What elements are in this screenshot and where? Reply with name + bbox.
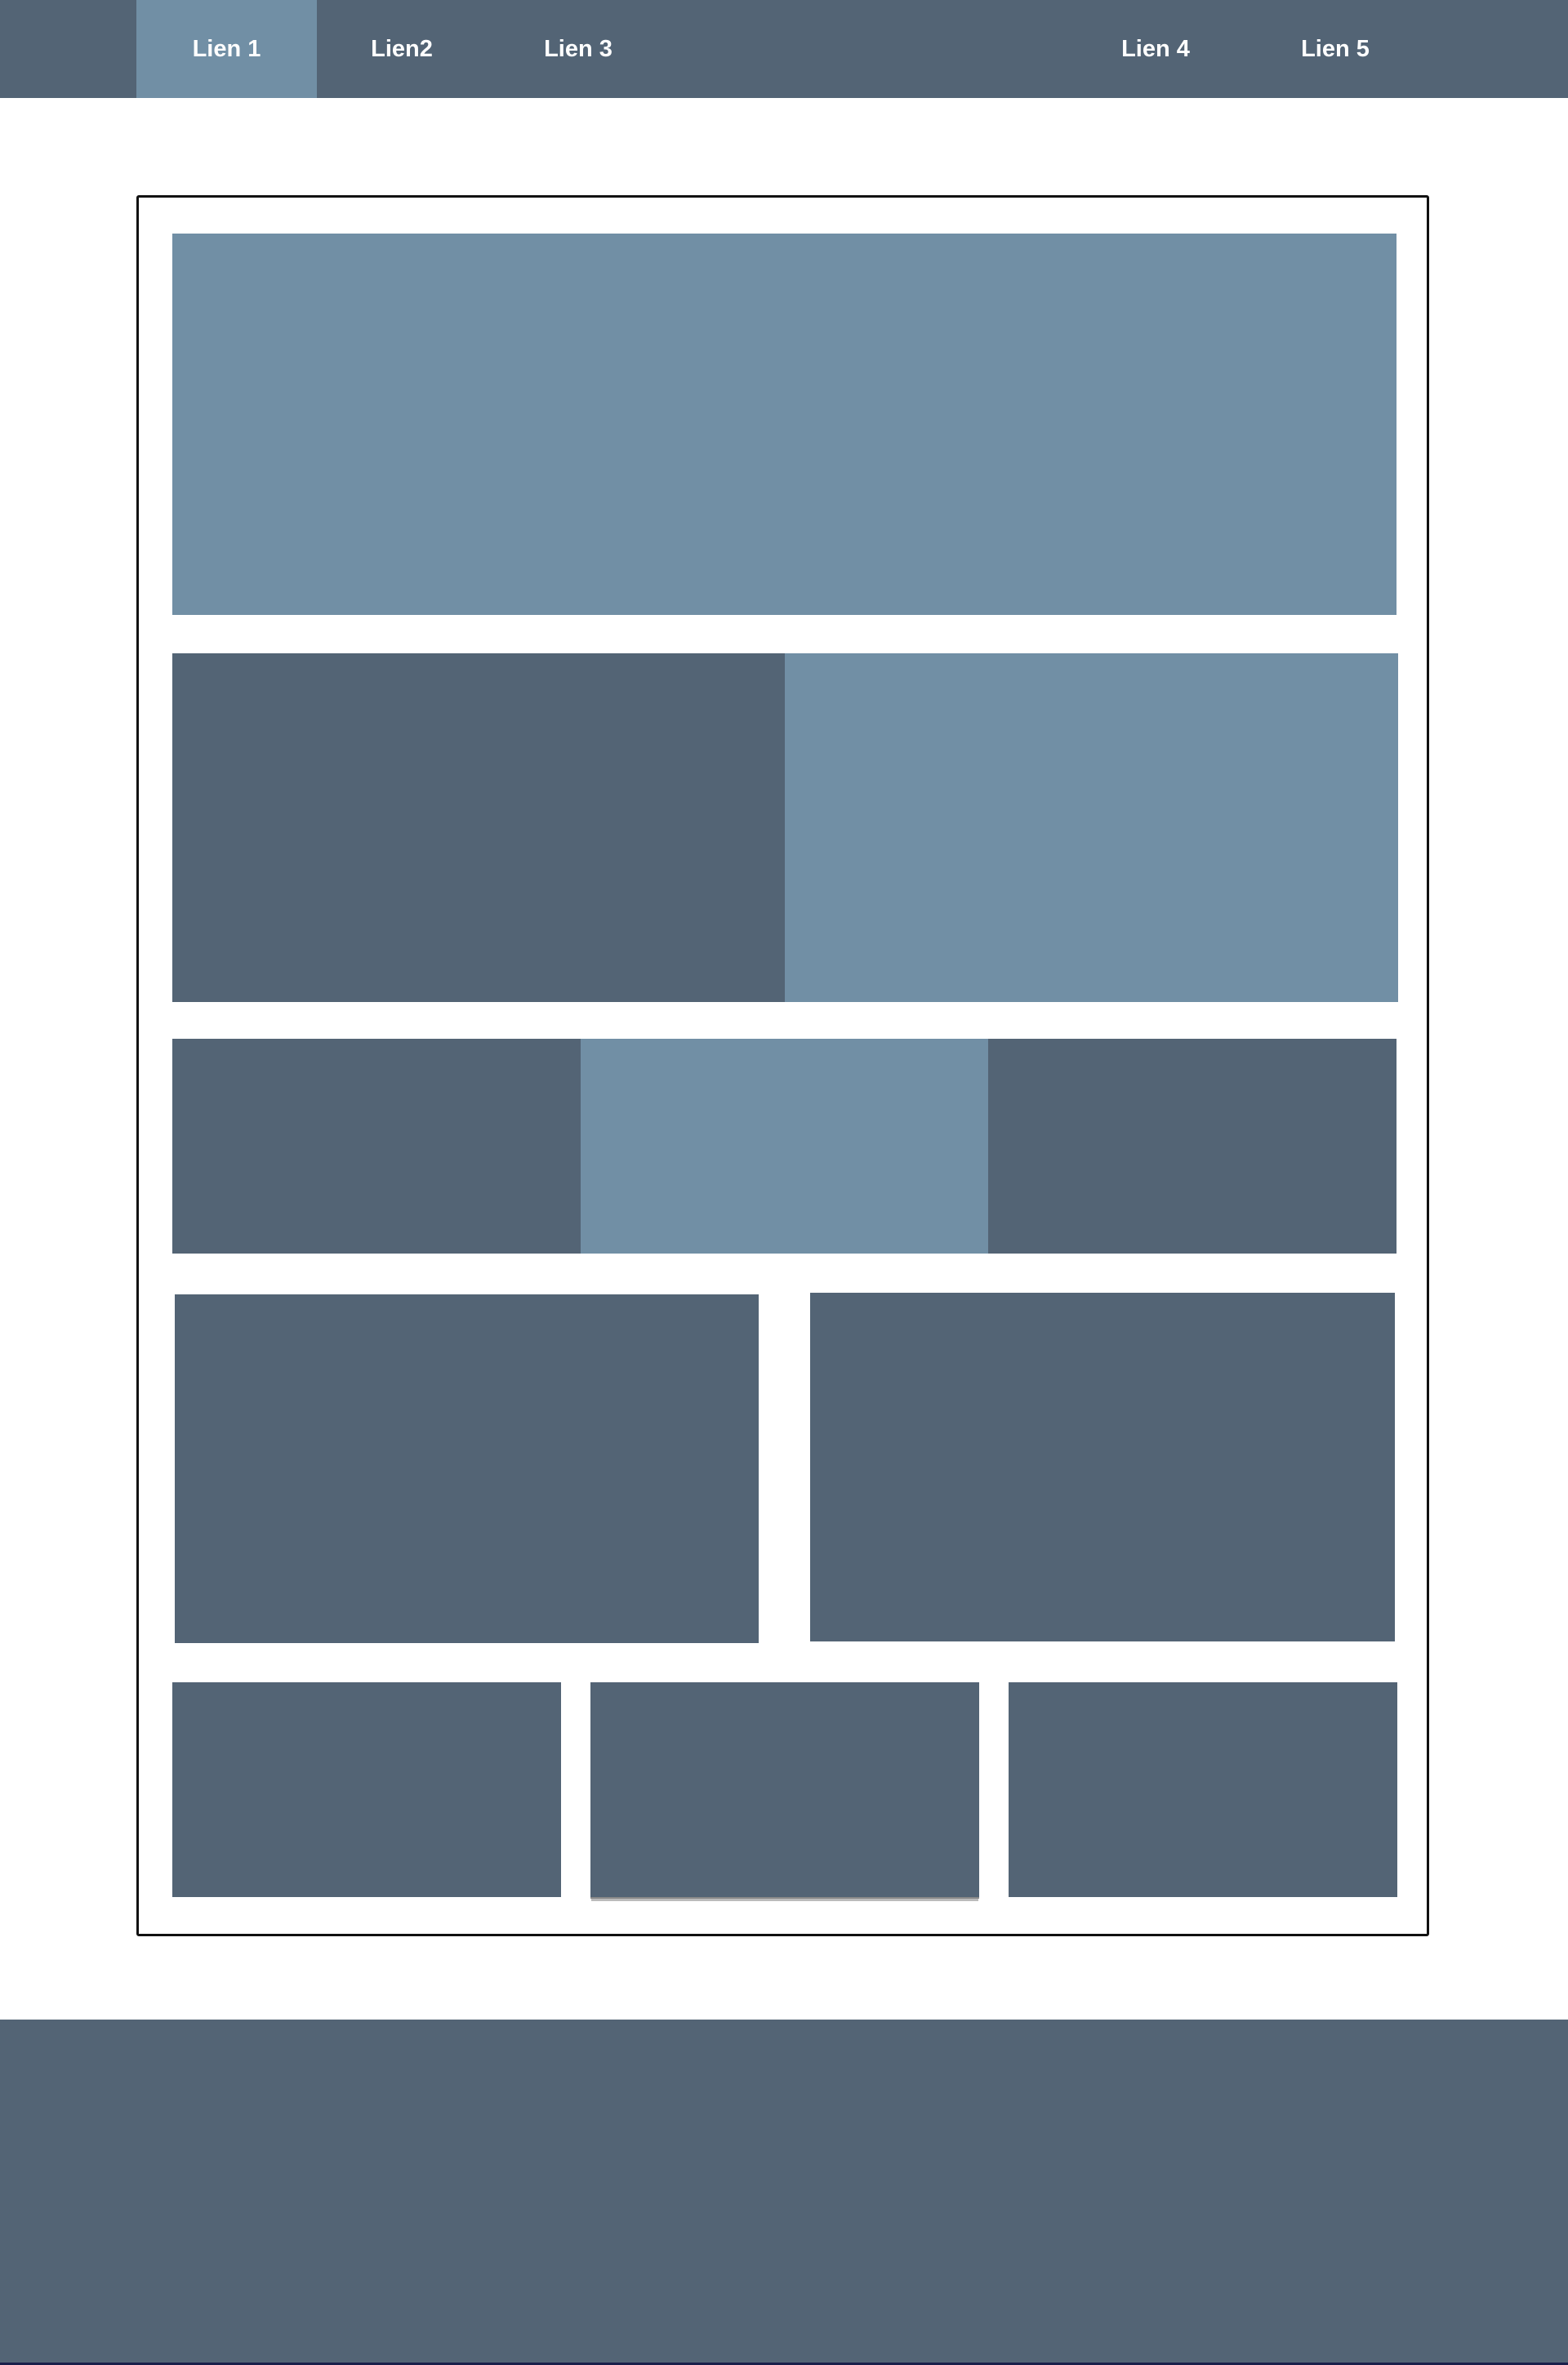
row4-right-card [810,1293,1395,1641]
nav-link-lien-1[interactable]: Lien 1 [136,0,317,98]
hero-block [172,234,1396,615]
nav-link-lien-3[interactable]: Lien 3 [487,0,670,98]
row5-card-2 [590,1682,979,1899]
row4-left-card [175,1294,759,1643]
nav-link-lien-5[interactable]: Lien 5 [1245,0,1425,98]
row2-left-block [172,653,785,1002]
row3-block-3 [988,1039,1396,1254]
row5-card-3 [1009,1682,1397,1897]
row5-card-1 [172,1682,561,1897]
top-navbar: Lien 1 Lien2 Lien 3 Lien 4 Lien 5 [0,0,1568,98]
nav-link-lien-4[interactable]: Lien 4 [1066,0,1245,98]
row3-block-2 [581,1039,988,1254]
footer [0,2020,1568,2365]
row3-block-1 [172,1039,581,1254]
nav-link-lien-2[interactable]: Lien2 [317,0,487,98]
row2-right-block [785,653,1398,1002]
